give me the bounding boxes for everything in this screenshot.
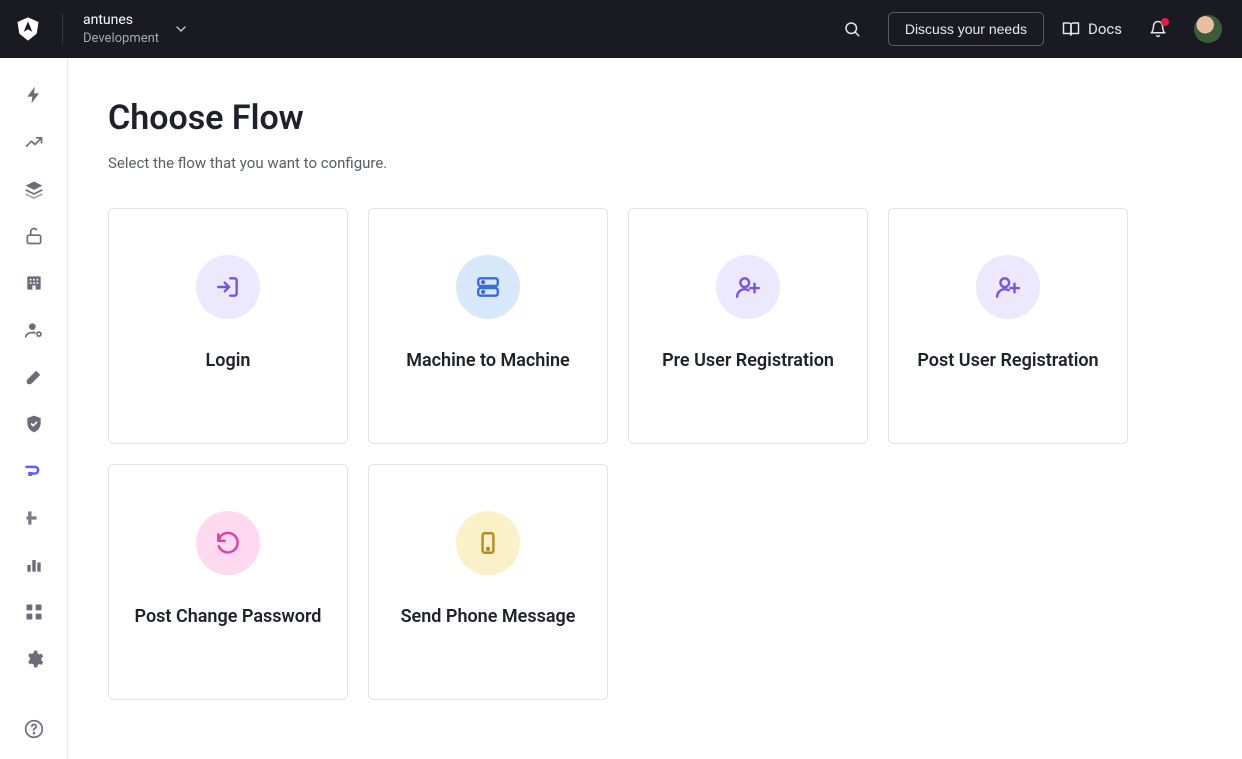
flow-card-label: Post User Registration (917, 347, 1098, 374)
shield-icon (24, 414, 44, 434)
sidebar-item-users[interactable] (16, 317, 52, 342)
page-title: Choose Flow (108, 98, 1202, 138)
search-icon (843, 20, 861, 38)
topbar-actions: Discuss your needs Docs (834, 11, 1222, 47)
grid-icon (24, 602, 44, 622)
sidebar-item-organizations[interactable] (16, 270, 52, 295)
flow-card[interactable]: Post Change Password (108, 464, 348, 700)
sidebar-item-applications[interactable] (16, 176, 52, 201)
log-in-icon (196, 255, 260, 319)
flow-card-label: Login (206, 347, 251, 374)
sidebar-item-marketplace[interactable] (16, 600, 52, 625)
chart-icon (24, 555, 44, 575)
sidebar-item-getting-started[interactable] (16, 82, 52, 107)
sidebar-help[interactable] (16, 716, 52, 741)
flow-card-label: Machine to Machine (406, 347, 570, 374)
unlock-icon (24, 226, 44, 246)
brush-icon (24, 367, 44, 387)
sidebar-item-authentication[interactable] (16, 223, 52, 248)
zap-icon (24, 85, 44, 105)
help-icon (24, 719, 44, 739)
building-icon (24, 273, 44, 293)
smartphone-icon (456, 511, 520, 575)
book-icon (1062, 20, 1080, 38)
user-plus-icon (716, 255, 780, 319)
sidebar-item-actions[interactable] (16, 459, 52, 484)
tenant-switcher[interactable]: antunes Development (83, 12, 189, 46)
sidebar-item-pipelines[interactable] (16, 506, 52, 531)
tenant-env: Development (83, 31, 159, 47)
flow-card[interactable]: Login (108, 208, 348, 444)
trend-icon (24, 132, 44, 152)
user-plus-icon (976, 255, 1040, 319)
rotate-ccw-icon (196, 511, 260, 575)
flow-cards: Login Machine to Machine Pre User Registra… (108, 208, 1202, 700)
user-cog-icon (24, 320, 44, 340)
notification-dot (1161, 18, 1169, 26)
docs-link[interactable]: Docs (1062, 20, 1122, 38)
main-content: Choose Flow Select the flow that you wan… (68, 58, 1242, 759)
notifications-button[interactable] (1140, 11, 1176, 47)
gear-icon (24, 649, 44, 669)
divider (62, 14, 63, 44)
discuss-button[interactable]: Discuss your needs (888, 12, 1044, 46)
flow-card-label: Send Phone Message (401, 603, 576, 630)
layers-icon (24, 179, 44, 199)
tenant-name: antunes (83, 12, 159, 29)
page-subtitle: Select the flow that you want to configu… (108, 154, 1202, 172)
sidebar-item-security[interactable] (16, 412, 52, 437)
brand-logo[interactable] (14, 15, 42, 43)
sidebar-item-monitoring[interactable] (16, 553, 52, 578)
sidebar-item-settings[interactable] (16, 647, 52, 672)
flow-card[interactable]: Pre User Registration (628, 208, 868, 444)
flow-icon (24, 461, 44, 481)
search-button[interactable] (834, 11, 870, 47)
sidebar (0, 58, 68, 759)
server-icon (456, 255, 520, 319)
chevron-down-icon (173, 21, 189, 37)
topbar: antunes Development Discuss your needs D… (0, 0, 1242, 58)
flow-card-label: Post Change Password (135, 603, 322, 630)
pipe-icon (24, 508, 44, 528)
sidebar-item-activity[interactable] (16, 129, 52, 154)
flow-card-label: Pre User Registration (662, 347, 834, 374)
flow-card[interactable]: Send Phone Message (368, 464, 608, 700)
docs-label: Docs (1088, 20, 1122, 38)
flow-card[interactable]: Post User Registration (888, 208, 1128, 444)
user-avatar[interactable] (1194, 15, 1222, 43)
sidebar-item-branding[interactable] (16, 364, 52, 389)
flow-card[interactable]: Machine to Machine (368, 208, 608, 444)
